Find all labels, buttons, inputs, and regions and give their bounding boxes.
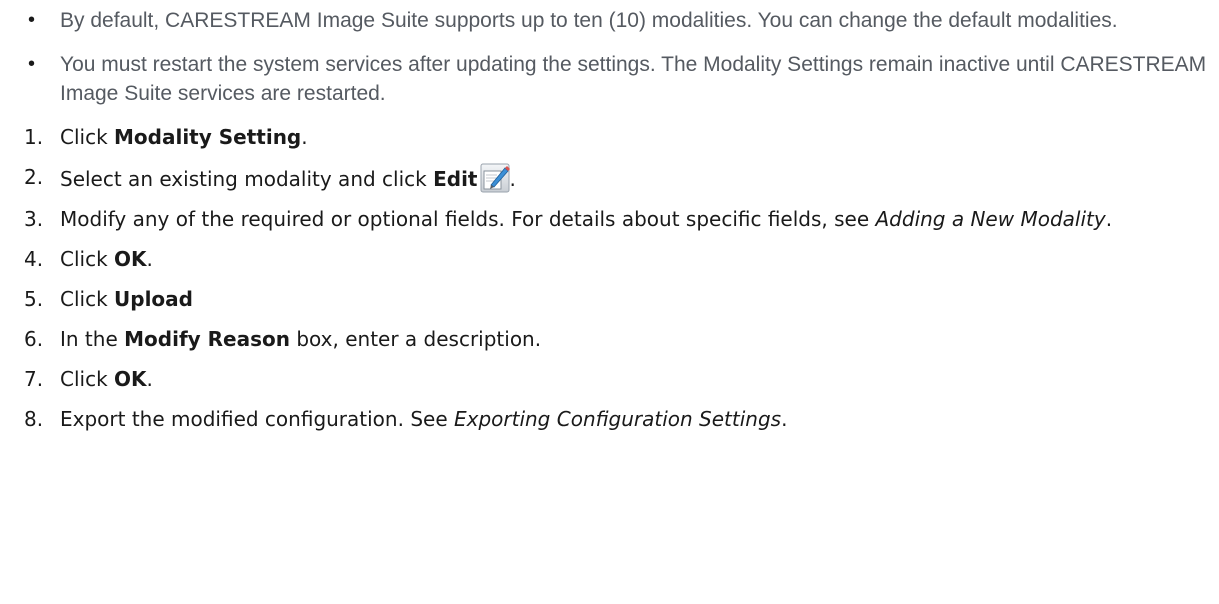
step-text: In the	[60, 327, 125, 351]
step-text: Select an existing modality and click	[60, 167, 434, 191]
step-number: 8.	[24, 407, 44, 431]
step-number: 2.	[24, 165, 44, 189]
procedure-steps: 1. Click Modality Setting. 2. Select an …	[24, 123, 1207, 433]
step-4: 4. Click OK.	[24, 245, 1207, 273]
step-text: Click	[60, 287, 115, 311]
note-text: By default, CARESTREAM Image Suite suppo…	[60, 9, 1118, 32]
note-item: • You must restart the system services a…	[24, 50, 1207, 108]
step-text: .	[781, 407, 788, 431]
step-text: .	[146, 367, 153, 391]
ui-term: Edit	[433, 167, 478, 191]
document-page: • By default, CARESTREAM Image Suite sup…	[0, 0, 1219, 604]
bullet-marker: •	[28, 9, 36, 31]
step-2: 2. Select an existing modality and click…	[24, 163, 1207, 193]
step-8: 8. Export the modified configuration. Se…	[24, 405, 1207, 433]
step-5: 5. Click Upload	[24, 285, 1207, 313]
ui-term: Upload	[114, 287, 193, 311]
step-text: Modify any of the required or optional f…	[60, 207, 876, 231]
step-number: 4.	[24, 247, 44, 271]
step-number: 7.	[24, 367, 44, 391]
note-item: • By default, CARESTREAM Image Suite sup…	[24, 6, 1207, 35]
edit-pencil-icon	[480, 163, 510, 193]
step-1: 1. Click Modality Setting.	[24, 123, 1207, 151]
step-text: Click	[60, 367, 115, 391]
step-3: 3. Modify any of the required or optiona…	[24, 205, 1207, 233]
step-number: 1.	[24, 125, 44, 149]
step-number: 3.	[24, 207, 44, 231]
step-text: Export the modified configuration. See	[60, 407, 454, 431]
step-text: .	[301, 125, 308, 149]
step-7: 7. Click OK.	[24, 365, 1207, 393]
ui-term: Modify Reason	[124, 327, 290, 351]
step-text: .	[146, 247, 153, 271]
cross-reference: Adding a New Modality	[875, 207, 1106, 231]
step-6: 6. In the Modify Reason box, enter a des…	[24, 325, 1207, 353]
step-number: 5.	[24, 287, 44, 311]
ui-term: OK	[114, 367, 147, 391]
step-text: Click	[60, 125, 115, 149]
step-text: Click	[60, 247, 115, 271]
ui-term: OK	[114, 247, 147, 271]
step-number: 6.	[24, 327, 44, 351]
ui-term: Modality Setting	[114, 125, 302, 149]
step-text: .	[1105, 207, 1113, 231]
bullet-marker: •	[28, 53, 36, 75]
step-text: box, enter a description.	[289, 327, 542, 351]
notes-list: • By default, CARESTREAM Image Suite sup…	[24, 6, 1207, 108]
step-text: .	[509, 167, 516, 191]
note-text: You must restart the system services aft…	[60, 53, 1207, 105]
cross-reference: Exporting Configuration Settings	[453, 407, 782, 431]
